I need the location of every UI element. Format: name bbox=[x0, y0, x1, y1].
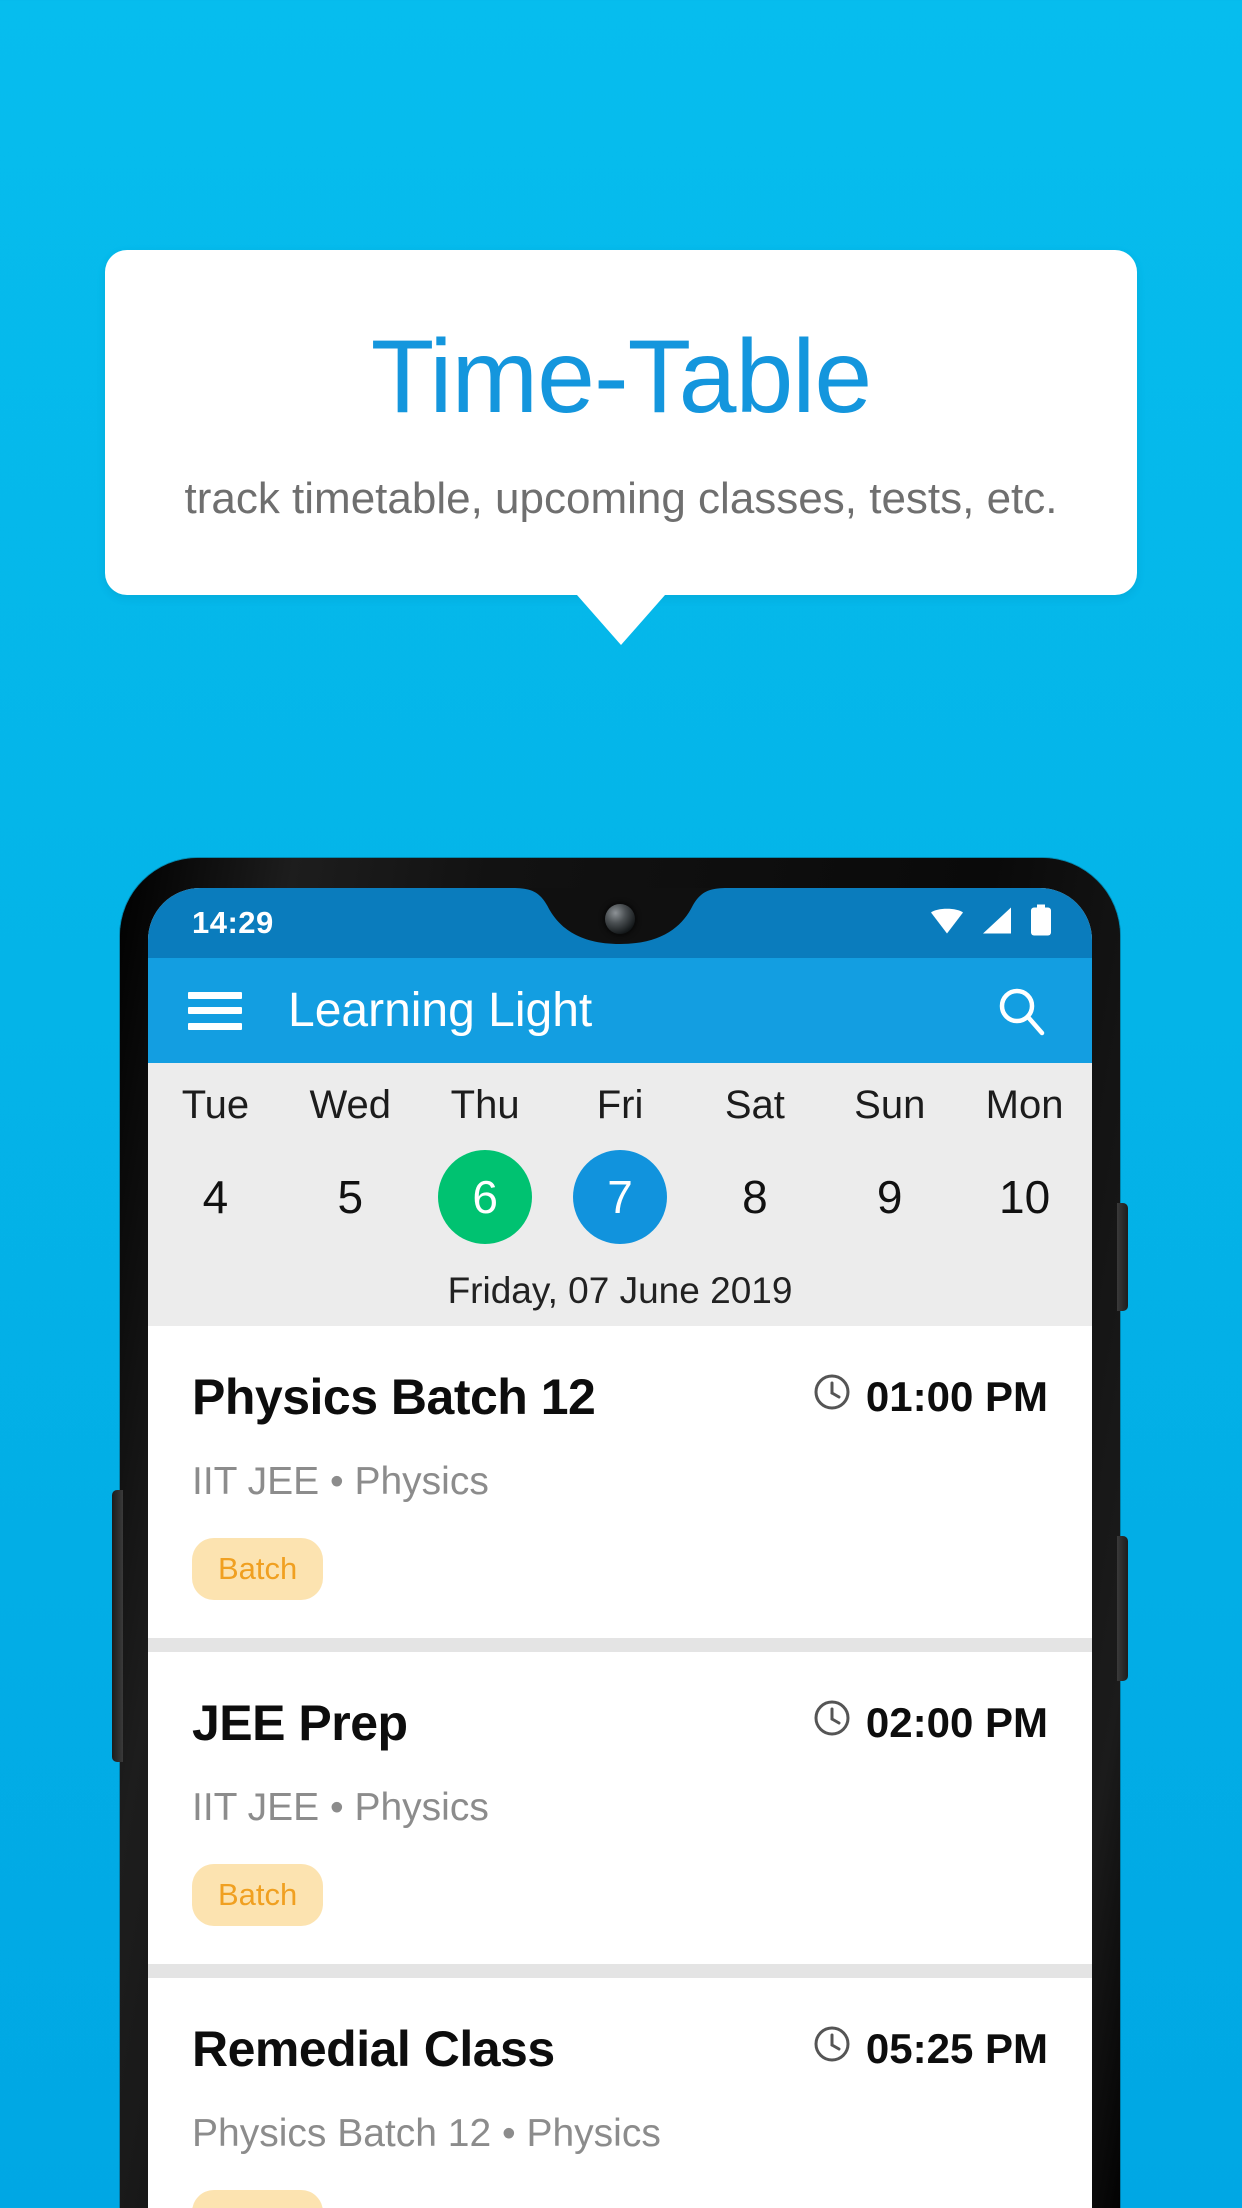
phone-power-button[interactable] bbox=[1117, 1203, 1128, 1311]
day-number[interactable]: 5 bbox=[303, 1150, 397, 1244]
class-subtitle: IIT JEE • Physics bbox=[192, 1460, 489, 1503]
day-number-cell[interactable]: 10 bbox=[957, 1150, 1092, 1244]
status-bar: 14:29 bbox=[148, 888, 1092, 958]
day-number-label: 10 bbox=[998, 1171, 1051, 1223]
day-name-label: Thu bbox=[450, 1083, 520, 1127]
day-name-cell: Fri bbox=[553, 1083, 688, 1128]
day-number-cell[interactable]: 4 bbox=[148, 1150, 283, 1244]
day-number-label: 4 bbox=[202, 1171, 229, 1223]
class-type-badge: Batch bbox=[192, 2190, 324, 2208]
day-name-cell: Sat bbox=[687, 1083, 822, 1128]
class-card-header: Physics Batch 12 01:00 PM bbox=[192, 1368, 1048, 1426]
promo-bubble-tail bbox=[577, 595, 665, 645]
day-number-cell[interactable]: 9 bbox=[822, 1150, 957, 1244]
day-name-label: Mon bbox=[985, 1083, 1064, 1127]
class-time-label: 01:00 PM bbox=[865, 1373, 1048, 1420]
clock-icon-svg bbox=[814, 1374, 850, 1410]
phone-volume-button-right[interactable] bbox=[1117, 1536, 1128, 1681]
day-number-cell[interactable]: 6 bbox=[418, 1150, 553, 1244]
day-number-label: 7 bbox=[607, 1171, 633, 1223]
promo-title: Time-Table bbox=[370, 319, 873, 435]
class-time-label: 05:25 PM bbox=[865, 2025, 1048, 2072]
day-number-label: 6 bbox=[472, 1171, 498, 1223]
hamburger-bar-2 bbox=[188, 1007, 242, 1014]
day-name-label: Fri bbox=[596, 1083, 644, 1127]
phone-mockup: 14:29 Learning Light Tue Wed Thu Fri Sat… bbox=[112, 858, 1128, 2208]
phone-screen: 14:29 Learning Light Tue Wed Thu Fri Sat… bbox=[148, 888, 1092, 2208]
class-time-label: 02:00 PM bbox=[865, 1699, 1048, 1746]
day-number-cell[interactable]: 8 bbox=[687, 1150, 822, 1244]
day-name-cell: Thu bbox=[418, 1083, 553, 1128]
class-card[interactable]: JEE Prep 02:00 PM IIT JEE • Physics Batch bbox=[148, 1652, 1092, 1964]
day-name-cell: Tue bbox=[148, 1083, 283, 1128]
clock-icon bbox=[812, 1372, 852, 1422]
day-name-label: Sun bbox=[854, 1083, 926, 1127]
status-bar-clock: 14:29 bbox=[192, 905, 274, 940]
class-title: Remedial Class bbox=[192, 2021, 555, 2077]
app-title: Learning Light bbox=[288, 984, 593, 1037]
date-strip[interactable]: Tue Wed Thu Fri Sat Sun Mon 4 5 6 7 8 9 10 Friday, 0… bbox=[148, 1063, 1092, 1326]
class-time: 05:25 PM bbox=[812, 2024, 1048, 2074]
day-number-today[interactable]: 6 bbox=[438, 1150, 533, 1244]
class-card-header: Remedial Class 05:25 PM bbox=[192, 2020, 1048, 2078]
front-camera-icon bbox=[605, 904, 635, 934]
class-card-header: JEE Prep 02:00 PM bbox=[192, 1694, 1048, 1752]
class-card[interactable]: Physics Batch 12 01:00 PM IIT JEE • Physic… bbox=[148, 1326, 1092, 1638]
clock-icon-svg bbox=[814, 2026, 850, 2062]
day-number[interactable]: 4 bbox=[168, 1150, 262, 1244]
hamburger-menu-icon[interactable] bbox=[188, 991, 242, 1030]
day-number-label: 5 bbox=[337, 1171, 364, 1223]
phone-volume-button-left[interactable] bbox=[112, 1490, 123, 1762]
selected-full-date: Friday, 07 June 2019 bbox=[447, 1270, 793, 1311]
class-type-badge: Batch bbox=[192, 1538, 324, 1600]
day-number[interactable]: 9 bbox=[843, 1150, 937, 1244]
day-number-row[interactable]: 4 5 6 7 8 9 10 bbox=[148, 1150, 1092, 1244]
day-name-cell: Wed bbox=[283, 1083, 418, 1128]
day-name-row: Tue Wed Thu Fri Sat Sun Mon bbox=[148, 1083, 1092, 1128]
class-subtitle: IIT JEE • Physics bbox=[192, 1786, 489, 1829]
search-icon[interactable] bbox=[994, 983, 1050, 1039]
day-number-cell[interactable]: 5 bbox=[283, 1150, 418, 1244]
day-name-label: Wed bbox=[309, 1083, 392, 1127]
class-type-badge: Batch bbox=[192, 1864, 324, 1926]
day-name-cell: Mon bbox=[957, 1083, 1092, 1128]
day-name-label: Tue bbox=[181, 1083, 250, 1127]
class-card[interactable]: Remedial Class 05:25 PM Physics Batch 12 •… bbox=[148, 1978, 1092, 2208]
day-number-selected[interactable]: 7 bbox=[573, 1150, 667, 1244]
promo-subtitle: track timetable, upcoming classes, tests… bbox=[184, 474, 1058, 523]
clock-icon bbox=[812, 1698, 852, 1748]
day-name-cell: Sun bbox=[822, 1083, 957, 1128]
hamburger-bar-3 bbox=[188, 1022, 242, 1030]
hamburger-bar-1 bbox=[188, 991, 242, 999]
class-time: 02:00 PM bbox=[812, 1698, 1048, 1748]
class-subtitle: Physics Batch 12 • Physics bbox=[192, 2112, 661, 2155]
day-number-label: 9 bbox=[876, 1171, 903, 1223]
day-number-label: 8 bbox=[742, 1171, 768, 1223]
class-title: JEE Prep bbox=[192, 1695, 408, 1751]
class-list[interactable]: Physics Batch 12 01:00 PM IIT JEE • Physic… bbox=[148, 1326, 1092, 2208]
app-bar: Learning Light bbox=[148, 958, 1092, 1063]
cellular-signal-icon bbox=[982, 907, 1012, 940]
clock-icon bbox=[812, 2024, 852, 2074]
wifi-icon bbox=[930, 907, 964, 940]
day-number[interactable]: 8 bbox=[708, 1150, 802, 1244]
status-bar-icons bbox=[930, 904, 1052, 942]
day-name-label: Sat bbox=[724, 1083, 785, 1127]
battery-icon bbox=[1030, 904, 1052, 942]
clock-icon-svg bbox=[814, 1700, 850, 1736]
day-number-cell[interactable]: 7 bbox=[553, 1150, 688, 1244]
promo-bubble: Time-Table track timetable, upcoming cla… bbox=[105, 250, 1137, 595]
class-title: Physics Batch 12 bbox=[192, 1369, 596, 1425]
day-number[interactable]: 10 bbox=[978, 1150, 1072, 1244]
class-time: 01:00 PM bbox=[812, 1372, 1048, 1422]
